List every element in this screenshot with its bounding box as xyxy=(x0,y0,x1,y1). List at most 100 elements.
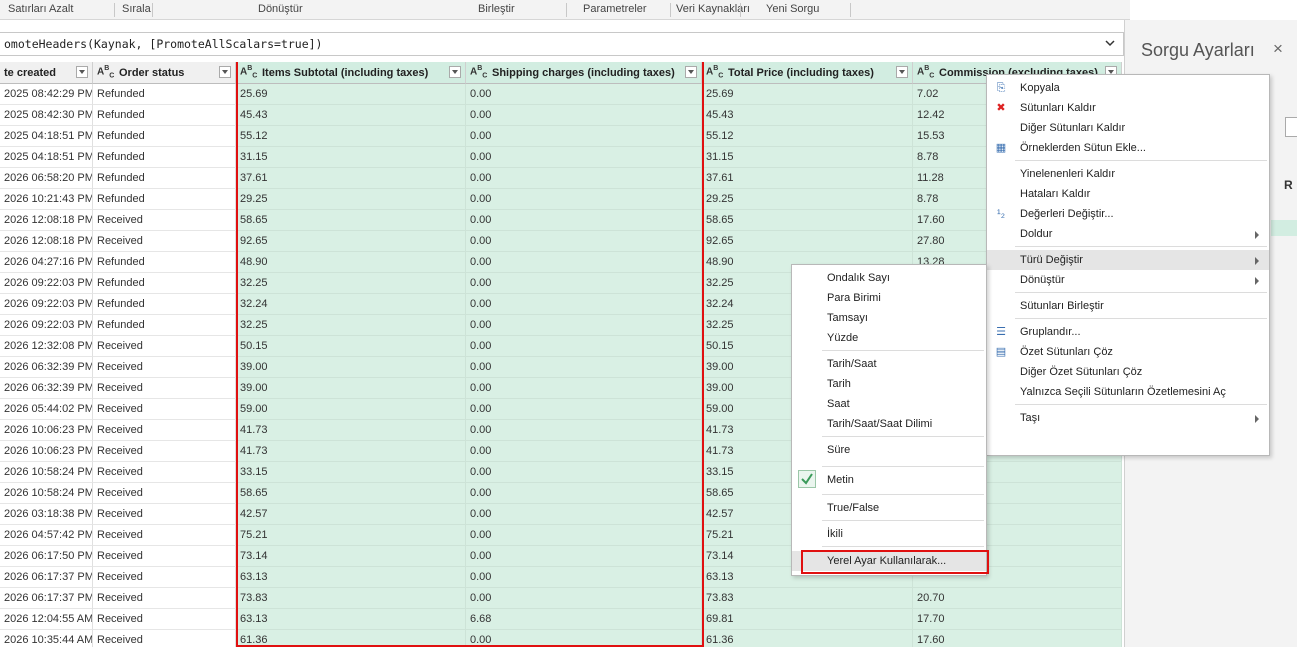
cell-items-subtotal[interactable]: 61.36 xyxy=(236,630,466,647)
cell-items-subtotal[interactable]: 50.15 xyxy=(236,336,466,357)
context-menu-item[interactable]: Sütunları Birleştir xyxy=(987,296,1269,316)
cell-shipping-charges[interactable]: 0.00 xyxy=(466,420,702,441)
cell-date-created[interactable]: 2026 05:44:02 PM xyxy=(0,399,93,420)
cell-items-subtotal[interactable]: 92.65 xyxy=(236,231,466,252)
cell-shipping-charges[interactable]: 0.00 xyxy=(466,315,702,336)
cell-order-status[interactable]: Received xyxy=(93,630,236,647)
formula-bar[interactable]: omoteHeaders(Kaynak, [PromoteAllScalars=… xyxy=(0,32,1124,56)
text-type-icon[interactable]: ABC xyxy=(917,65,934,79)
cell-items-subtotal[interactable]: 41.73 xyxy=(236,441,466,462)
type-option[interactable]: True/False xyxy=(792,498,986,518)
table-row[interactable]: 2025 08:42:29 PM Refunded 25.69 0.00 25.69 7.… xyxy=(0,84,1122,105)
cell-shipping-charges[interactable]: 0.00 xyxy=(466,504,702,525)
cell-order-status[interactable]: Received xyxy=(93,483,236,504)
text-type-icon[interactable]: ABC xyxy=(706,65,723,79)
cell-order-status[interactable]: Received xyxy=(93,399,236,420)
cell-items-subtotal[interactable]: 39.00 xyxy=(236,378,466,399)
cell-order-status[interactable]: Received xyxy=(93,441,236,462)
column-header-total-price[interactable]: ABC Total Price (including taxes) xyxy=(702,62,913,84)
context-menu-item[interactable]: ¹₂ Değerleri Değiştir... xyxy=(987,204,1269,224)
cell-total-price[interactable]: 58.65 xyxy=(702,210,913,231)
table-row[interactable]: 2025 08:42:30 PM Refunded 45.43 0.00 45.43 12… xyxy=(0,105,1122,126)
type-option[interactable]: Tamsayı xyxy=(792,308,986,328)
cell-commission[interactable]: 17.60 xyxy=(913,630,1122,647)
applied-step-item-selected[interactable] xyxy=(1271,220,1297,236)
cell-items-subtotal[interactable]: 63.13 xyxy=(236,567,466,588)
table-row[interactable]: 2026 12:08:18 PM Received 58.65 0.00 58.65 17… xyxy=(0,210,1122,231)
cell-shipping-charges[interactable]: 0.00 xyxy=(466,357,702,378)
column-header-order-status[interactable]: ABC Order status xyxy=(93,62,236,84)
ribbon-group-transform[interactable]: Dönüştür xyxy=(258,2,303,18)
ribbon-group-parameters[interactable]: Parametreler xyxy=(583,2,647,18)
type-option[interactable]: Metin xyxy=(792,470,986,490)
context-menu-item[interactable]: Doldur xyxy=(987,224,1269,244)
cell-date-created[interactable]: 2026 10:21:43 PM xyxy=(0,189,93,210)
cell-date-created[interactable]: 2025 08:42:29 PM xyxy=(0,84,93,105)
cell-date-created[interactable]: 2025 04:18:51 PM xyxy=(0,147,93,168)
cell-items-subtotal[interactable]: 63.13 xyxy=(236,609,466,630)
ribbon-group-new-query[interactable]: Yeni Sorgu xyxy=(766,2,819,18)
filter-dropdown-icon[interactable] xyxy=(896,66,908,78)
cell-order-status[interactable]: Refunded xyxy=(93,168,236,189)
ribbon-group-sort[interactable]: Sırala xyxy=(122,2,151,18)
cell-items-subtotal[interactable]: 73.14 xyxy=(236,546,466,567)
column-header-shipping-charges[interactable]: ABC Shipping charges (including taxes) xyxy=(466,62,702,84)
cell-order-status[interactable]: Received xyxy=(93,546,236,567)
cell-order-status[interactable]: Received xyxy=(93,462,236,483)
cell-items-subtotal[interactable]: 37.61 xyxy=(236,168,466,189)
chevron-down-icon[interactable] xyxy=(1103,36,1117,50)
cell-date-created[interactable]: 2026 06:17:50 PM xyxy=(0,546,93,567)
context-menu-item[interactable]: Diğer Özet Sütunları Çöz xyxy=(987,362,1269,382)
filter-dropdown-icon[interactable] xyxy=(685,66,697,78)
cell-total-price[interactable]: 61.36 xyxy=(702,630,913,647)
cell-date-created[interactable]: 2026 06:17:37 PM xyxy=(0,567,93,588)
cell-date-created[interactable]: 2026 12:04:55 AM xyxy=(0,609,93,630)
cell-date-created[interactable]: 2026 06:32:39 PM xyxy=(0,357,93,378)
cell-total-price[interactable]: 55.12 xyxy=(702,126,913,147)
cell-total-price[interactable]: 29.25 xyxy=(702,189,913,210)
cell-shipping-charges[interactable]: 0.00 xyxy=(466,567,702,588)
cell-items-subtotal[interactable]: 29.25 xyxy=(236,189,466,210)
cell-date-created[interactable]: 2026 10:58:24 PM xyxy=(0,483,93,504)
cell-date-created[interactable]: 2026 06:17:37 PM xyxy=(0,588,93,609)
cell-order-status[interactable]: Received xyxy=(93,420,236,441)
column-header-date-created[interactable]: te created xyxy=(0,62,93,84)
ribbon-group-data-sources[interactable]: Veri Kaynakları xyxy=(676,2,750,18)
type-option[interactable]: Yerel Ayar Kullanılarak... xyxy=(792,551,986,571)
cell-shipping-charges[interactable]: 0.00 xyxy=(466,252,702,273)
filter-dropdown-icon[interactable] xyxy=(219,66,231,78)
cell-shipping-charges[interactable]: 0.00 xyxy=(466,546,702,567)
cell-date-created[interactable]: 2026 10:35:44 AM xyxy=(0,630,93,647)
cell-items-subtotal[interactable]: 48.90 xyxy=(236,252,466,273)
cell-date-created[interactable]: 2025 04:18:51 PM xyxy=(0,126,93,147)
cell-commission[interactable]: 20.70 xyxy=(913,588,1122,609)
cell-items-subtotal[interactable]: 32.25 xyxy=(236,273,466,294)
cell-date-created[interactable]: 2026 12:08:18 PM xyxy=(0,231,93,252)
type-option[interactable]: Ondalık Sayı xyxy=(792,268,986,288)
cell-order-status[interactable]: Refunded xyxy=(93,105,236,126)
type-option[interactable]: Tarih/Saat xyxy=(792,354,986,374)
cell-items-subtotal[interactable]: 39.00 xyxy=(236,357,466,378)
cell-total-price[interactable]: 92.65 xyxy=(702,231,913,252)
type-option[interactable]: Saat xyxy=(792,394,986,414)
cell-date-created[interactable]: 2026 09:22:03 PM xyxy=(0,273,93,294)
cell-items-subtotal[interactable]: 32.24 xyxy=(236,294,466,315)
type-option[interactable]: Tarih xyxy=(792,374,986,394)
context-menu-item[interactable]: Türü Değiştir xyxy=(987,250,1269,270)
cell-shipping-charges[interactable]: 0.00 xyxy=(466,189,702,210)
cell-date-created[interactable]: 2026 04:57:42 PM xyxy=(0,525,93,546)
cell-items-subtotal[interactable]: 75.21 xyxy=(236,525,466,546)
type-option[interactable]: Yüzde xyxy=(792,328,986,348)
type-option[interactable]: Süre xyxy=(792,440,986,460)
cell-date-created[interactable]: 2026 09:22:03 PM xyxy=(0,294,93,315)
table-row[interactable]: 2026 06:58:20 PM Refunded 37.61 0.00 37.61 11… xyxy=(0,168,1122,189)
cell-date-created[interactable]: 2026 09:22:03 PM xyxy=(0,315,93,336)
cell-shipping-charges[interactable]: 0.00 xyxy=(466,210,702,231)
cell-items-subtotal[interactable]: 33.15 xyxy=(236,462,466,483)
cell-total-price[interactable]: 25.69 xyxy=(702,84,913,105)
cell-shipping-charges[interactable]: 0.00 xyxy=(466,630,702,647)
cell-total-price[interactable]: 69.81 xyxy=(702,609,913,630)
cell-shipping-charges[interactable]: 0.00 xyxy=(466,273,702,294)
cell-items-subtotal[interactable]: 42.57 xyxy=(236,504,466,525)
cell-order-status[interactable]: Refunded xyxy=(93,189,236,210)
